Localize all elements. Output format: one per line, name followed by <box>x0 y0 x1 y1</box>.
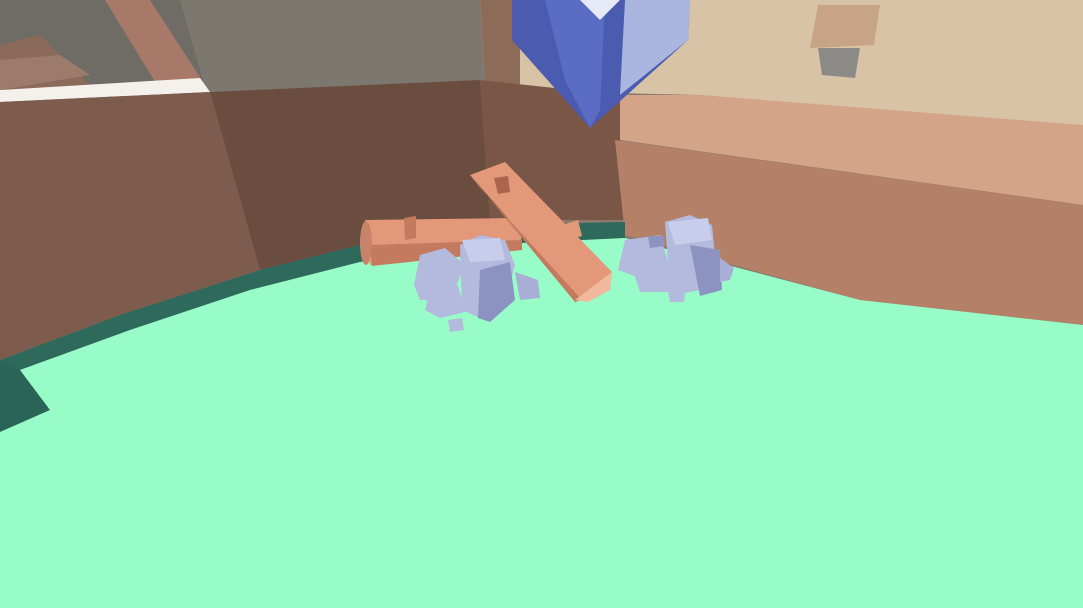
game-scene <box>0 0 1083 608</box>
game-viewport[interactable] <box>0 0 1083 608</box>
